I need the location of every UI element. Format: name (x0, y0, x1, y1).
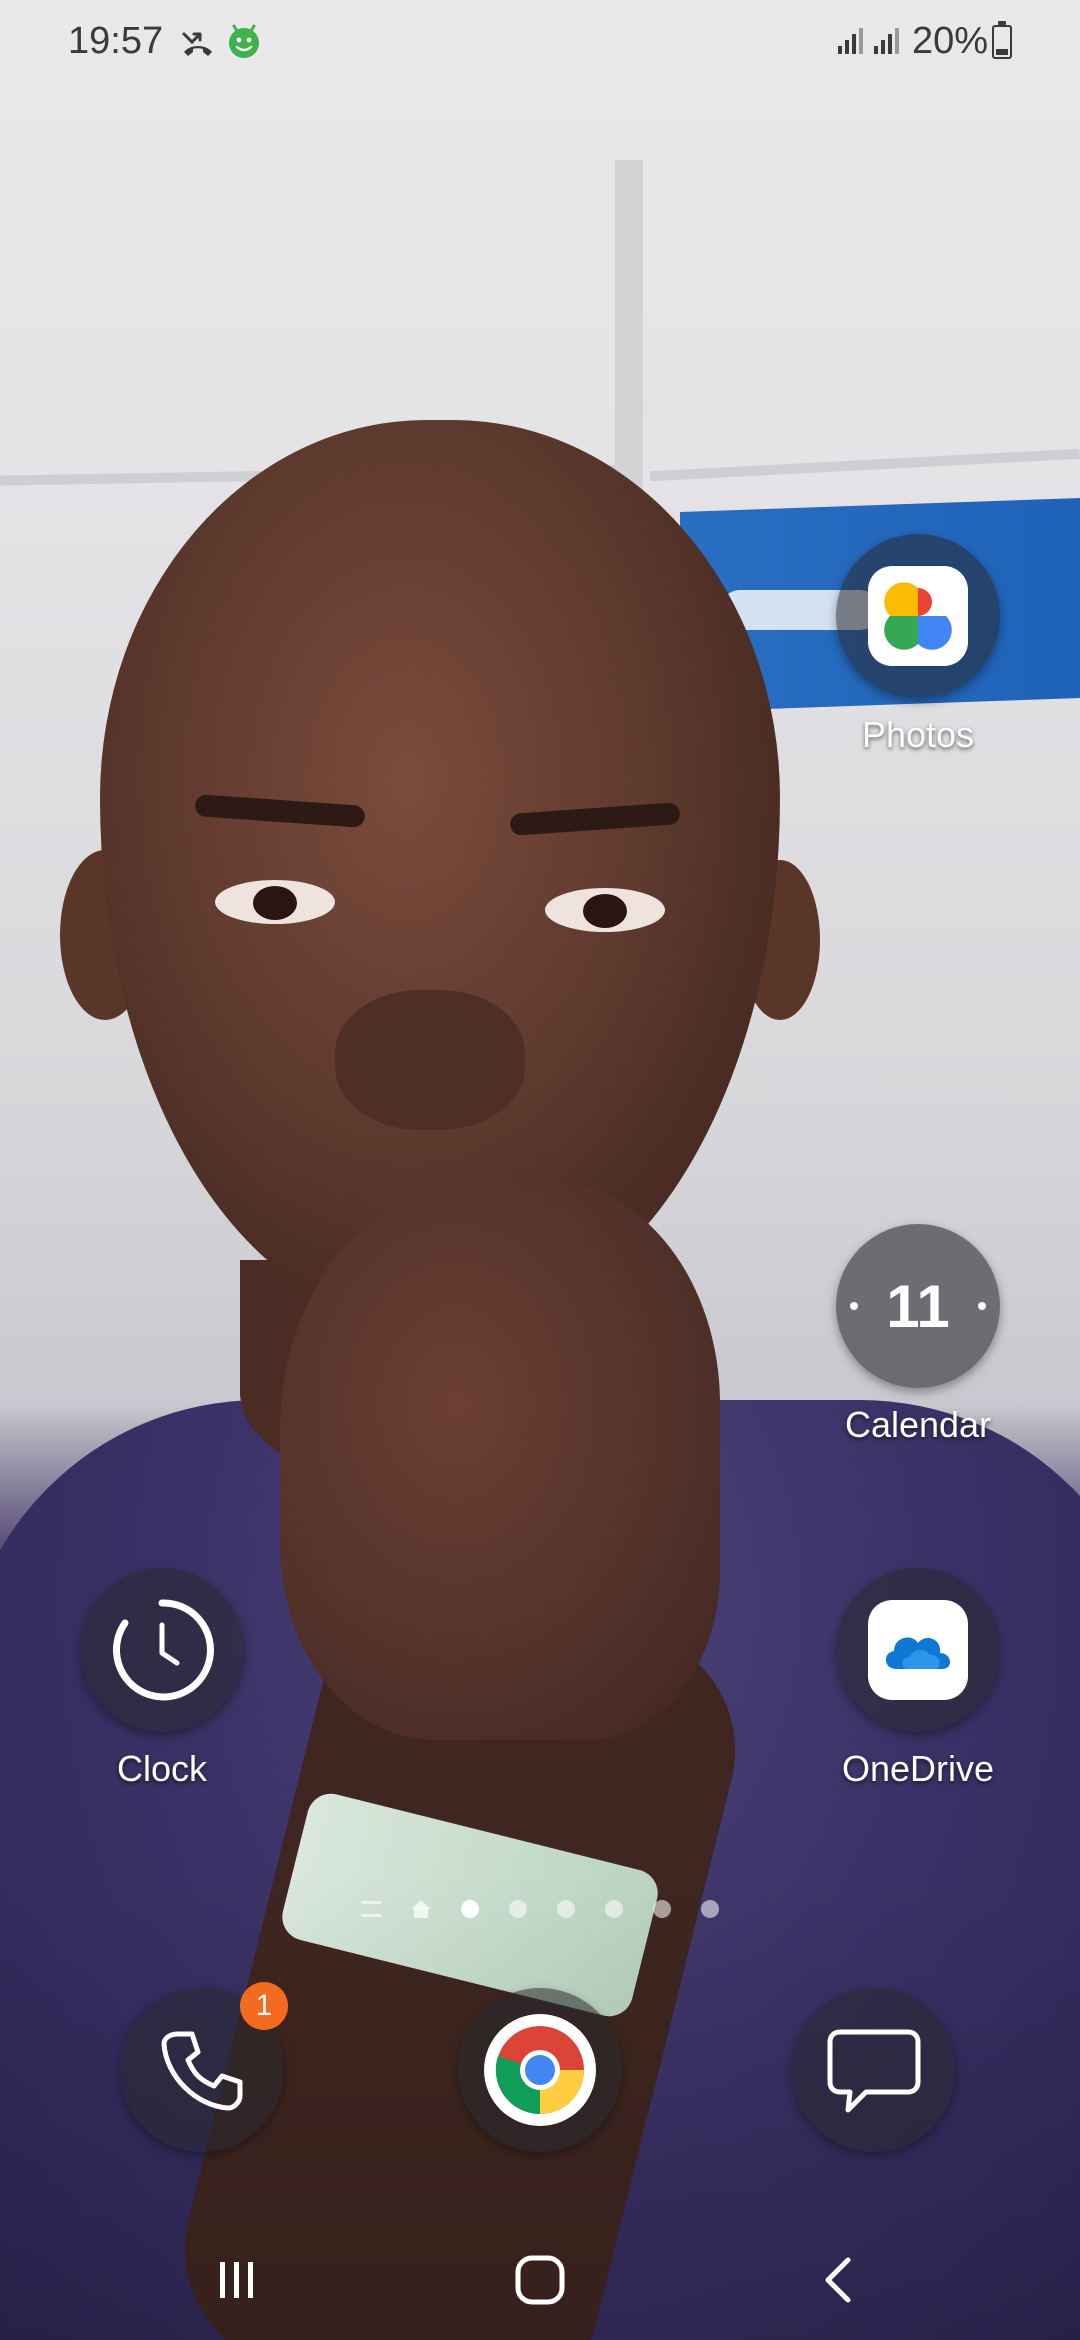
page-dot[interactable] (653, 1900, 671, 1918)
clock-icon-container[interactable] (80, 1568, 244, 1732)
page-dot-active[interactable] (461, 1900, 479, 1918)
clock-icon (112, 1599, 214, 1701)
app-label: OneDrive (841, 1748, 995, 1789)
page-indicator[interactable] (0, 1894, 1080, 1924)
app-clock[interactable]: Clock (62, 1568, 262, 1790)
calendar-icon[interactable]: 11 (836, 1224, 1000, 1388)
recents-icon (220, 2262, 253, 2298)
status-time: 19:57 (68, 20, 164, 62)
missed-call-icon (182, 32, 212, 56)
onedrive-icon-container[interactable] (836, 1568, 1000, 1732)
page-dot[interactable] (509, 1900, 527, 1918)
status-bar[interactable]: 19:57 20% (0, 0, 1080, 84)
photos-tile (868, 566, 968, 666)
app-onedrive[interactable]: OneDrive (818, 1568, 1018, 1790)
app-label: Clock (116, 1748, 208, 1789)
onedrive-cloud-icon (885, 1637, 951, 1669)
phone-icon (161, 2031, 243, 2111)
recents-button[interactable] (196, 2240, 276, 2320)
calendar-dot (978, 1302, 986, 1310)
messages-icon (827, 2029, 921, 2113)
page-dot[interactable] (701, 1900, 719, 1918)
calendar-day: 11 (886, 1272, 950, 1340)
signal-icon (874, 28, 899, 54)
home-button[interactable] (500, 2240, 580, 2320)
navigation-bar (0, 2220, 1080, 2340)
calendar-dot (850, 1302, 858, 1310)
chrome-tile (484, 2014, 596, 2126)
android-icon (229, 24, 259, 58)
chrome-icon (495, 2026, 584, 2114)
dock-messages[interactable] (792, 1988, 956, 2152)
notification-badge: 1 (240, 1982, 288, 2030)
page-dot[interactable] (605, 1900, 623, 1918)
back-icon (825, 2257, 851, 2303)
battery-percent: 20% (912, 20, 989, 62)
app-label: Photos (861, 714, 975, 755)
back-button[interactable] (800, 2240, 880, 2320)
dock-chrome[interactable] (458, 1988, 622, 2152)
page-dot[interactable] (557, 1900, 575, 1918)
app-calendar[interactable]: 11 Calendar (818, 1224, 1018, 1446)
photos-icon-container[interactable] (836, 534, 1000, 698)
battery-fill (996, 49, 1008, 55)
app-photos[interactable]: Photos (818, 534, 1018, 756)
onedrive-tile (868, 1600, 968, 1700)
home-icon[interactable] (411, 1900, 431, 1918)
battery-icon (992, 21, 1012, 59)
signal-icon (838, 28, 863, 54)
google-photos-icon (884, 582, 952, 650)
home-nav-icon (515, 2255, 565, 2305)
dock-phone[interactable]: 1 (120, 1982, 288, 2152)
app-label: Calendar (844, 1404, 992, 1445)
menu-icon[interactable] (361, 1901, 381, 1917)
